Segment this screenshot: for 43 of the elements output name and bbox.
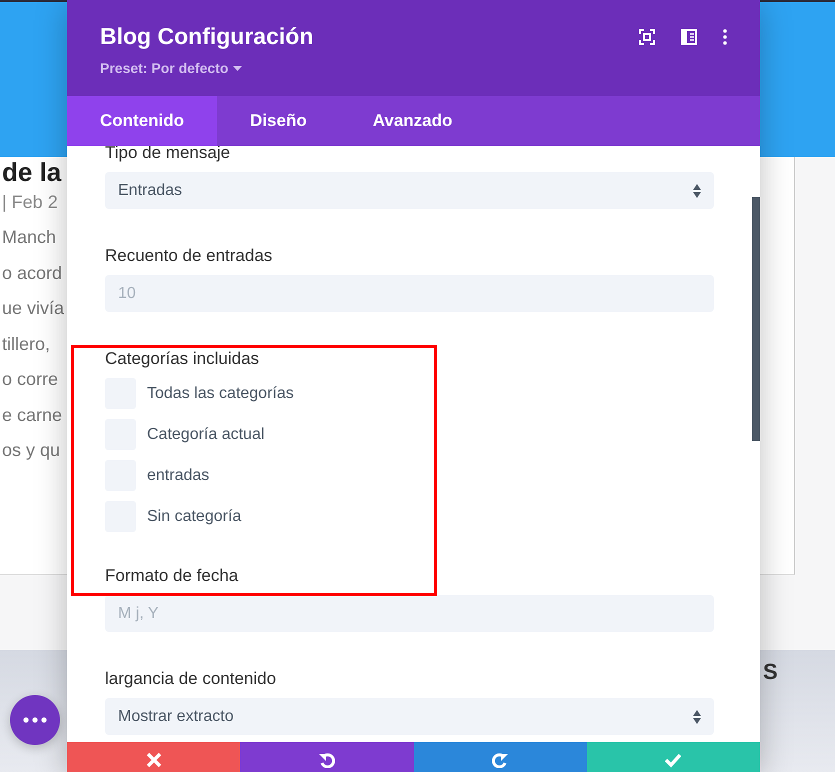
field-label: Categorías incluidas	[105, 348, 260, 370]
heading-text: S	[763, 658, 778, 686]
field-label: largancia de contenido	[105, 668, 278, 690]
sort-arrows-icon	[693, 710, 701, 724]
sidebar-icon[interactable]	[681, 29, 697, 45]
close-icon	[146, 752, 162, 768]
modal-title: Blog Configuración	[100, 22, 314, 51]
checkbox-label[interactable]: Categoría actual	[147, 422, 264, 446]
field-label: Formato de fecha	[105, 565, 240, 587]
post-meta: | Feb 2	[2, 191, 59, 214]
footer-button[interactable]	[240, 742, 414, 772]
checkbox-label[interactable]: Sin categoría	[147, 504, 242, 528]
expand-icon[interactable]	[639, 29, 655, 45]
preset-dropdown[interactable]: Preset: Por defecto	[100, 58, 242, 79]
more-icon[interactable]	[723, 29, 727, 45]
post-title: de la	[2, 156, 62, 188]
tab[interactable]: Contenido	[67, 96, 218, 146]
post-text: tillero,	[2, 332, 52, 356]
post-text: o acord	[2, 262, 64, 284]
scrollbar[interactable]	[752, 197, 760, 441]
check-icon	[665, 752, 682, 768]
field-label: Recuento de entradas	[105, 245, 274, 267]
post-text: Manch	[2, 226, 58, 249]
checkbox-label[interactable]: Todas las categorías	[147, 382, 294, 406]
caret-icon	[233, 66, 242, 71]
post-text: ue vivía	[2, 297, 64, 320]
select-field[interactable]: Entradas	[105, 172, 714, 209]
tab[interactable]: Diseño	[217, 96, 340, 146]
redo-icon	[492, 752, 508, 768]
input-field[interactable]: 10	[105, 275, 714, 312]
field-label: Tipo de mensaje	[105, 146, 232, 164]
checkbox-label[interactable]: entradas	[147, 464, 210, 488]
sort-arrows-icon	[693, 184, 701, 198]
post-text: os y qu	[2, 439, 62, 462]
select-field[interactable]: Mostrar extracto	[105, 698, 714, 735]
footer-button[interactable]	[67, 742, 240, 772]
tab[interactable]: Avanzado	[340, 96, 486, 146]
more-icon	[23, 717, 47, 723]
post-text: o corre	[2, 368, 60, 391]
input-field[interactable]: M j, Y	[105, 595, 714, 632]
footer-button[interactable]	[414, 742, 587, 772]
post-text: e carne	[2, 404, 64, 426]
undo-icon	[318, 752, 335, 768]
